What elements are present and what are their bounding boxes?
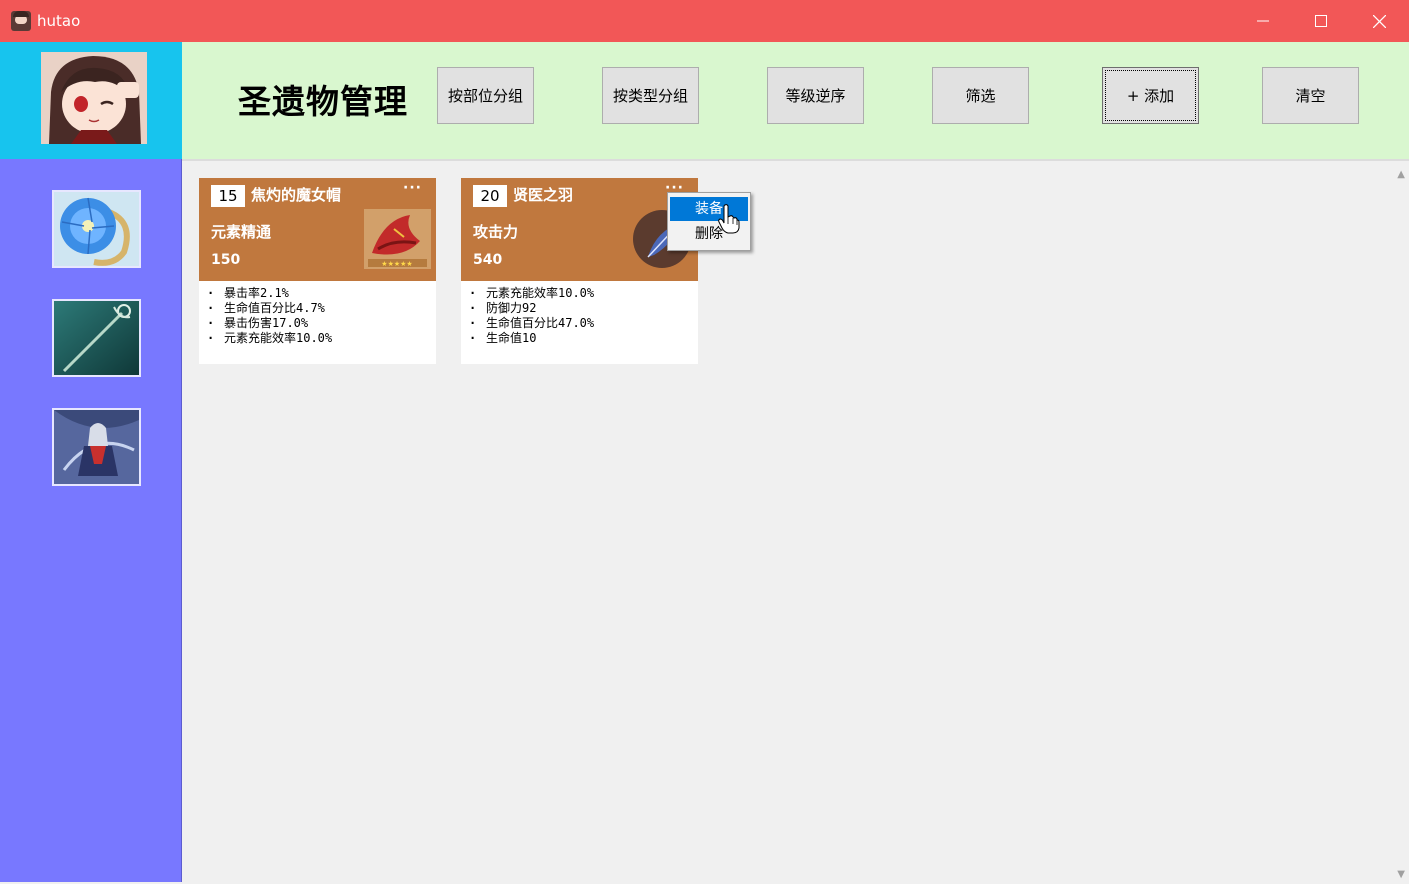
witch-hat-icon: ★★★★★ (364, 209, 431, 269)
artifact-name: 贤医之羽 (513, 186, 574, 204)
substat-item: 暴击伤害17.0% (207, 316, 332, 331)
character-icon (54, 410, 139, 484)
substat-item: 防御力92 (469, 301, 594, 316)
main-stat-value: 150 (211, 252, 241, 268)
substat-item: 生命值百分比47.0% (469, 316, 594, 331)
add-button[interactable]: + 添加 (1102, 67, 1199, 124)
flower-icon (54, 192, 139, 266)
main-stat-name: 攻击力 (473, 223, 519, 241)
clear-button[interactable]: 清空 (1262, 67, 1359, 124)
close-button[interactable] (1350, 0, 1408, 42)
maximize-icon (1315, 15, 1327, 27)
artifact-image: ★★★★★ (364, 209, 431, 269)
substat-item: 生命值10 (469, 331, 594, 346)
main-stat-name: 元素精通 (211, 223, 272, 241)
minimize-button[interactable] (1234, 0, 1292, 42)
scroll-down-icon[interactable]: ▼ (1397, 869, 1405, 880)
page-title: 圣遗物管理 (238, 82, 408, 121)
substat-item: 生命值百分比4.7% (207, 301, 332, 316)
hand-cursor-icon (718, 204, 740, 234)
substat-item: 暴击率2.1% (207, 286, 332, 301)
artifact-card[interactable]: 15 焦灼的魔女帽 ··· 元素精通 150 ★★★★★ 暴击率2.1% 生命值… (199, 178, 436, 364)
weapon-icon (54, 301, 139, 375)
svg-text:★★★★★: ★★★★★ (381, 260, 412, 268)
minimize-icon (1257, 20, 1269, 22)
filter-button[interactable]: 筛选 (932, 67, 1029, 124)
artifact-list-area: 15 焦灼的魔女帽 ··· 元素精通 150 ★★★★★ 暴击率2.1% 生命值… (182, 159, 1409, 884)
reverse-level-sort-button[interactable]: 等级逆序 (767, 67, 864, 124)
artifact-card[interactable]: 20 贤医之羽 ··· 攻击力 540 元素充能效率10.0% 防御力92 生命… (461, 178, 698, 364)
app-icon (11, 11, 31, 31)
more-options-button[interactable]: ··· (403, 180, 422, 196)
artifact-card-header: 20 贤医之羽 ··· 攻击力 540 (461, 178, 698, 281)
header-toolbar: 圣遗物管理 按部位分组 按类型分组 等级逆序 筛选 + 添加 清空 (182, 42, 1409, 159)
main-stat-value: 540 (473, 252, 503, 268)
sidebar-item-weapons[interactable] (52, 299, 141, 377)
title-bar: hutao (0, 0, 1409, 42)
scroll-up-icon[interactable]: ▲ (1397, 169, 1405, 180)
substat-list: 暴击率2.1% 生命值百分比4.7% 暴击伤害17.0% 元素充能效率10.0% (207, 286, 332, 346)
group-by-type-button[interactable]: 按类型分组 (602, 67, 699, 124)
sidebar-item-artifacts[interactable] (52, 190, 141, 268)
vertical-scrollbar[interactable]: ▲ ▼ (1389, 161, 1409, 884)
substat-list: 元素充能效率10.0% 防御力92 生命值百分比47.0% 生命值10 (469, 286, 594, 346)
window-title: hutao (37, 12, 81, 30)
close-icon (1372, 14, 1386, 28)
maximize-button[interactable] (1292, 0, 1350, 42)
substat-item: 元素充能效率10.0% (469, 286, 594, 301)
group-by-slot-button[interactable]: 按部位分组 (437, 67, 534, 124)
artifact-name: 焦灼的魔女帽 (251, 186, 342, 204)
sidebar (0, 159, 182, 882)
artifact-card-header: 15 焦灼的魔女帽 ··· 元素精通 150 ★★★★★ (199, 178, 436, 281)
avatar-panel (0, 42, 182, 159)
sidebar-item-characters[interactable] (52, 408, 141, 486)
artifact-level: 15 (211, 185, 245, 207)
substat-item: 元素充能效率10.0% (207, 331, 332, 346)
artifact-level: 20 (473, 185, 507, 207)
hutao-avatar-icon (41, 52, 147, 144)
avatar[interactable] (41, 52, 147, 144)
